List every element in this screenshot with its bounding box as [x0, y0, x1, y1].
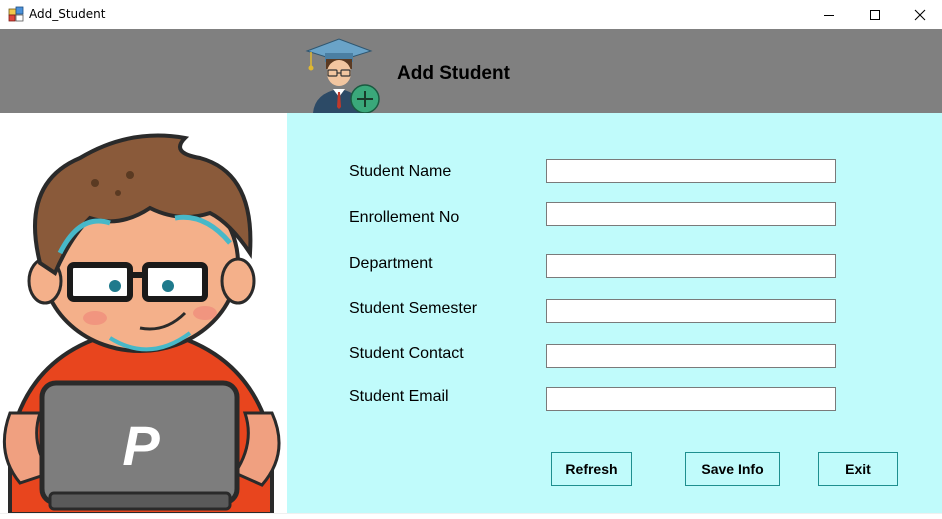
- department-label: Department: [349, 255, 433, 272]
- maximize-button[interactable]: [852, 0, 898, 29]
- page-title: Add Student: [397, 63, 510, 84]
- student-email-input[interactable]: [546, 387, 836, 411]
- student-form-panel: Student Name Enrollement No Department S…: [287, 113, 942, 513]
- student-semester-input[interactable]: [546, 299, 836, 323]
- refresh-button[interactable]: Refresh: [551, 452, 632, 486]
- student-illustration-art: P: [2, 133, 281, 516]
- header-banner: Add Student: [0, 29, 942, 114]
- app-icon: [8, 6, 24, 22]
- student-contact-input[interactable]: [546, 344, 836, 368]
- graduate-add-icon: [305, 38, 380, 114]
- window-title: Add_Student: [29, 7, 106, 21]
- exit-button[interactable]: Exit: [818, 452, 898, 486]
- close-icon: [914, 9, 926, 20]
- student-name-label: Student Name: [349, 163, 452, 180]
- student-with-laptop-illustration: P: [0, 113, 287, 516]
- student-name-input[interactable]: [546, 159, 836, 183]
- save-info-button[interactable]: Save Info: [685, 452, 780, 486]
- department-input[interactable]: [546, 254, 836, 278]
- student-semester-label: Student Semester: [349, 300, 478, 317]
- close-button[interactable]: [897, 0, 942, 29]
- student-contact-label: Student Contact: [349, 345, 464, 362]
- enrollment-no-input[interactable]: [546, 202, 836, 226]
- laptop-logo-letter: P: [122, 414, 160, 477]
- maximize-icon: [870, 9, 880, 20]
- enrollment-no-label: Enrollement No: [349, 209, 460, 226]
- minimize-button[interactable]: [806, 0, 852, 29]
- title-bar: Add_Student: [0, 0, 942, 29]
- student-email-label: Student Email: [349, 388, 449, 405]
- minimize-icon: [824, 14, 834, 16]
